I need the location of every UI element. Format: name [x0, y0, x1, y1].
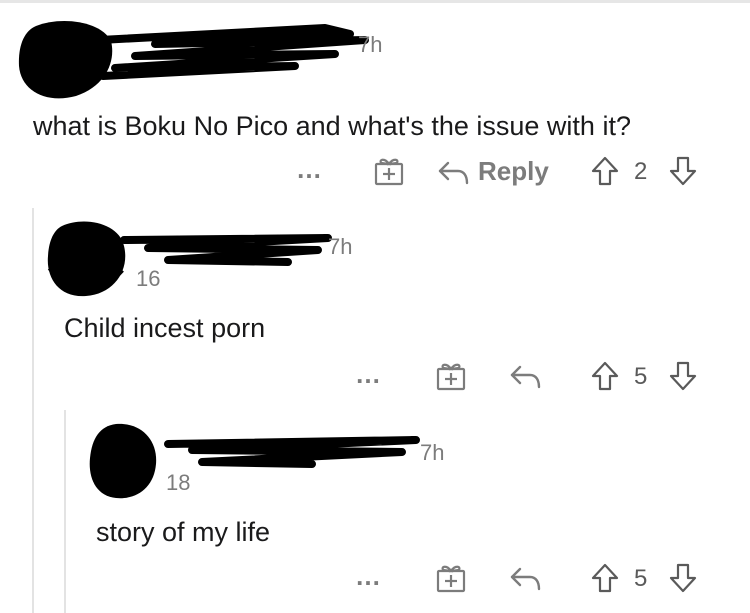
comment-timestamp: 7h: [328, 234, 353, 259]
avatar[interactable]: [86, 420, 160, 502]
comment-body: Child incest porn: [64, 313, 266, 343]
gift-icon: [374, 158, 404, 186]
arrow-down-icon: [669, 361, 697, 391]
award-button[interactable]: [373, 155, 405, 187]
award-button[interactable]: [435, 562, 467, 594]
vote-score: 2: [634, 158, 648, 185]
top-divider: [0, 0, 750, 3]
reply-button[interactable]: [508, 563, 542, 593]
upvote-button[interactable]: [590, 562, 620, 594]
arrow-up-icon: [591, 156, 619, 186]
comment-timestamp: 7h: [358, 32, 383, 57]
more-options-button[interactable]: …: [355, 563, 382, 589]
arrow-up-icon: [591, 361, 619, 391]
redacted-username: [162, 432, 424, 472]
gift-icon: [436, 363, 466, 391]
gift-icon: [436, 565, 466, 593]
reply-arrow-icon: [510, 365, 541, 389]
reply-label: Reply: [478, 156, 549, 186]
comment-timestamp: 7h: [420, 440, 445, 465]
upvote-button[interactable]: [590, 360, 620, 392]
redacted-username: [95, 22, 370, 80]
comment-body: story of my life: [96, 517, 271, 547]
comment-thread: 7h what is Boku No Pico and what's the i…: [0, 0, 750, 613]
reply-arrow-icon: [510, 567, 541, 591]
reply-button[interactable]: [508, 361, 542, 391]
vote-score: 5: [634, 363, 648, 390]
upvote-button[interactable]: [590, 155, 620, 187]
redacted-username: [118, 228, 336, 270]
karma-count: 18: [166, 470, 191, 495]
arrow-up-icon: [591, 563, 619, 593]
comment-body: what is Boku No Pico and what's the issu…: [33, 111, 631, 141]
karma-count: 16: [136, 266, 161, 291]
more-options-button[interactable]: …: [355, 361, 382, 387]
arrow-down-icon: [669, 563, 697, 593]
thread-line[interactable]: [32, 208, 34, 613]
reply-button[interactable]: Reply: [436, 156, 549, 187]
downvote-button[interactable]: [668, 155, 698, 187]
thread-line[interactable]: [64, 410, 66, 613]
vote-score: 5: [634, 565, 648, 592]
more-options-button[interactable]: …: [296, 156, 323, 182]
reply-arrow-icon: [438, 161, 469, 184]
arrow-down-icon: [669, 156, 697, 186]
downvote-button[interactable]: [668, 562, 698, 594]
award-button[interactable]: [435, 360, 467, 392]
downvote-button[interactable]: [668, 360, 698, 392]
